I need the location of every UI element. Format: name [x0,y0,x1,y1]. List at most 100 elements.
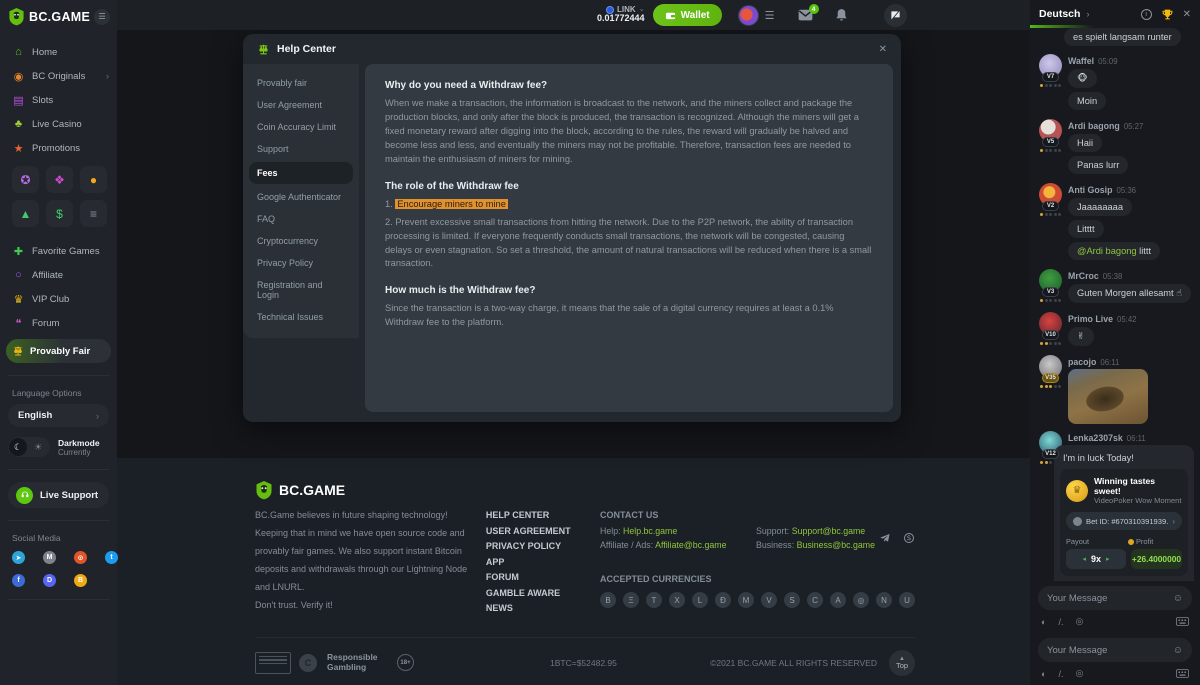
chevron-right-icon[interactable]: › [1086,9,1089,19]
discord-icon[interactable]: D [43,574,56,587]
chat-commands-icon[interactable]: /. [1058,669,1063,679]
sidebar-item-bc-originals[interactable]: ◉ BC Originals › [0,64,117,88]
close-icon[interactable]: ✕ [879,44,887,55]
username[interactable]: Waffel [1068,56,1094,66]
help-nav-cryptocurrency[interactable]: Cryptocurrency [243,230,359,252]
notifications-button[interactable] [835,8,848,22]
username[interactable]: pacojo [1068,357,1096,367]
sidebar-item-vip-club[interactable]: ♛ VIP Club [0,287,117,311]
bet-id-row[interactable]: Bet ID: #670310391939... › [1066,512,1182,530]
sidebar-item-forum[interactable]: ❝ Forum [0,311,117,335]
wallet-button[interactable]: Wallet [653,4,722,26]
chip-icon[interactable]: ◎ [1075,616,1083,627]
emoji-picker-icon[interactable]: ☺ [1173,645,1183,656]
chat-rules-icon[interactable]: i [1141,9,1152,20]
sidebar-item-affiliate[interactable]: ○ Affiliate [0,263,117,287]
balance-dropdown[interactable]: LINK ⌄ 0.01772444 [597,6,645,25]
telegram-icon[interactable] [879,532,891,544]
sidebar-item-provably-fair[interactable]: Provably Fair [6,339,111,363]
help-nav-google-authenticator[interactable]: Google Authenticator [243,186,359,208]
close-icon[interactable]: ✕ [1183,9,1191,20]
sidebar-item-slots[interactable]: ▤ Slots [0,88,117,112]
github-icon[interactable]: ⊙ [74,551,87,564]
username[interactable]: Lenka2307sk [1068,433,1123,443]
user-menu-icon[interactable]: ☰ [765,9,776,22]
coin-icon [1128,539,1134,545]
username[interactable]: MrCroc [1068,271,1099,281]
chat-toggle-button[interactable] [884,4,907,27]
bonus-tag-tile[interactable]: $ [46,200,73,227]
username[interactable]: Ardi bagong [1068,121,1120,131]
keyboard-icon[interactable] [1176,669,1189,678]
tip-rain-icon[interactable]: ◐ [1041,669,1046,679]
keyboard-icon[interactable] [1176,617,1189,626]
piggy-bank-tile[interactable]: ● [80,166,107,193]
contact-link[interactable]: Business@bc.game [797,540,875,550]
twitter-icon[interactable]: t [105,551,118,564]
footer-link[interactable]: NEWS [486,603,600,613]
sidebar-collapse-button[interactable]: ☰ [94,9,110,25]
help-nav-technical-issues[interactable]: Technical Issues [243,306,359,328]
sidebar-item-favorite-games[interactable]: ✚ Favorite Games [0,239,117,263]
logo-text[interactable]: BC.GAME [29,10,90,24]
language-select[interactable]: English › [8,404,109,427]
chevron-right-icon: › [1172,517,1175,526]
trophy-icon[interactable] [1161,8,1174,21]
footer-link[interactable]: GAMBLE AWARE [486,588,600,598]
help-nav-support[interactable]: Support [243,138,359,160]
darkmode-toggle[interactable]: ☾ ☀ [8,437,50,457]
footer-link[interactable]: USER AGREEMENT [486,526,600,536]
currency-coin-icon: Ð [715,592,731,608]
footer-link[interactable]: HELP CENTER [486,510,600,520]
task-hub-tile[interactable]: ✪ [12,166,39,193]
footer-link[interactable]: APP [486,557,600,567]
footer-link[interactable]: PRIVACY POLICY [486,541,600,551]
help-nav-coin-accuracy-limit[interactable]: Coin Accuracy Limit [243,116,359,138]
tip-rain-icon[interactable]: ◐ [1041,617,1046,627]
lucky-spin-tile[interactable]: ❖ [46,166,73,193]
chip-icon[interactable]: ◎ [1075,668,1083,679]
user-avatar[interactable] [738,5,759,26]
mail-button[interactable]: 4 [798,9,813,21]
chat-bubble: Guten Morgen allesamt ☝ [1068,284,1191,303]
coin-stack-tile[interactable]: ≡ [80,200,107,227]
chat-image-attachment[interactable] [1068,369,1148,424]
rocket-tile[interactable]: ▲ [12,200,39,227]
medium-icon[interactable]: M [43,551,56,564]
sidebar-item-live-casino[interactable]: ♣ Live Casino [0,112,117,136]
sidebar-item-promotions[interactable]: ★ Promotions [0,136,117,160]
help-nav-user-agreement[interactable]: User Agreement [243,94,359,116]
scales-icon [12,345,24,357]
skype-icon[interactable] [903,532,915,544]
chat-commands-icon[interactable]: /. [1058,617,1063,627]
contact-link[interactable]: Support@bc.game [792,526,865,536]
facebook-icon[interactable]: f [12,574,25,587]
back-to-top-button[interactable]: ▲Top [889,650,915,676]
help-nav-privacy-policy[interactable]: Privacy Policy [243,252,359,274]
footer-link[interactable]: FORUM [486,572,600,582]
username[interactable]: Anti Gosip [1068,185,1112,195]
telegram-icon[interactable]: ➤ [12,551,25,564]
help-nav-registration-and-login[interactable]: Registration and Login [243,274,359,306]
sidebar: BC.GAME ☰ ⌂ Home ◉ BC Originals › ▤ Slot… [0,0,117,685]
chat-input[interactable]: Your Message ☺ [1038,638,1192,662]
live-support-button[interactable]: Live Support [8,482,109,508]
chat-room-selector[interactable]: Deutsch [1039,8,1080,20]
user-mention[interactable]: @Ardi bagong [1077,246,1137,256]
chat-input-placeholder: Your Message [1047,593,1173,604]
help-nav-provably-fair[interactable]: Provably fair [243,72,359,94]
license-badge[interactable] [255,652,291,674]
contact-link[interactable]: Affiliate@bc.game [655,540,726,550]
chat-input[interactable]: Your Message ☺ [1038,586,1192,610]
top-header: LINK ⌄ 0.01772444 Wallet ☰ 4 [117,0,1030,30]
username[interactable]: Primo Live [1068,314,1113,324]
emoji-picker-icon[interactable]: ☺ [1173,593,1183,604]
wager-stars [1038,342,1063,345]
article-heading: How much is the Withdraw fee? [385,285,873,296]
help-nav-fees[interactable]: Fees [249,162,353,184]
contact-link[interactable]: Help.bc.game [623,526,677,536]
bitcointalk-icon[interactable]: B [74,574,87,587]
help-nav-faq[interactable]: FAQ [243,208,359,230]
sidebar-item-home[interactable]: ⌂ Home [0,40,117,64]
vip-club-icon: ♛ [12,293,25,306]
